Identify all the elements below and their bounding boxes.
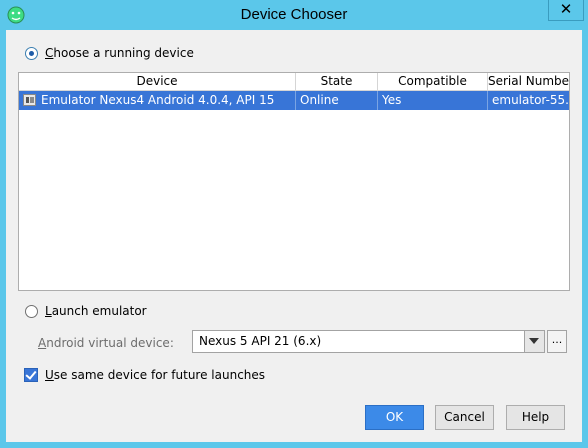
same-device-label[interactable]: Use same device for future launches — [45, 368, 265, 382]
ok-button[interactable]: OK — [365, 405, 424, 430]
column-header-device[interactable]: Device — [19, 73, 296, 90]
column-header-state[interactable]: State — [296, 73, 378, 90]
help-button[interactable]: Help — [506, 405, 565, 430]
label-text: se same device for future launches — [53, 368, 266, 382]
column-header-compatible[interactable]: Compatible — [378, 73, 488, 90]
cell-serial-number: emulator-55... — [492, 93, 569, 107]
selected-avd: Nexus 5 API 21 (6.x) — [199, 334, 322, 348]
launch-emulator-radio[interactable] — [25, 305, 38, 318]
table-header: Device State Compatible Serial Number — [19, 73, 569, 91]
label-text: ndroid virtual device: — [46, 336, 174, 350]
cell-device: Emulator Nexus4 Android 4.0.4, API 15 — [19, 91, 296, 110]
same-device-checkbox[interactable] — [24, 368, 38, 382]
dialog-body: Choose a running device Device State Com… — [6, 30, 582, 442]
close-icon: ✕ — [559, 0, 573, 18]
window-title: Device Chooser — [240, 6, 348, 23]
device-name: Emulator Nexus4 Android 4.0.4, API 15 — [41, 93, 275, 107]
android-virtual-device-label: Android virtual device: — [38, 336, 174, 350]
android-virtual-device-select[interactable]: Nexus 5 API 21 (6.x) — [192, 330, 545, 353]
mnemonic: U — [45, 368, 54, 382]
title-bar: Device Chooser ✕ — [0, 0, 588, 30]
choose-running-device-radio[interactable] — [25, 47, 38, 60]
close-button[interactable]: ✕ — [548, 0, 584, 21]
emulator-device-icon — [23, 94, 36, 106]
mnemonic: A — [38, 336, 47, 350]
cell-compatible: Yes — [378, 91, 488, 110]
label-text: aunch emulator — [51, 304, 147, 318]
chevron-down-icon[interactable] — [524, 331, 544, 352]
browse-avd-button[interactable]: ... — [547, 330, 567, 353]
mnemonic: L — [45, 304, 52, 318]
label-text: hoose a running device — [53, 46, 194, 60]
choose-running-device-label[interactable]: Choose a running device — [45, 46, 194, 60]
column-header-serial-number[interactable]: Serial Number — [488, 73, 569, 90]
cancel-button[interactable]: Cancel — [435, 405, 494, 430]
device-table[interactable]: Device State Compatible Serial Number Em… — [18, 72, 570, 291]
table-row[interactable]: Emulator Nexus4 Android 4.0.4, API 15 On… — [19, 91, 569, 110]
cell-state: Online — [296, 91, 378, 110]
launch-emulator-label[interactable]: Launch emulator — [45, 304, 147, 318]
